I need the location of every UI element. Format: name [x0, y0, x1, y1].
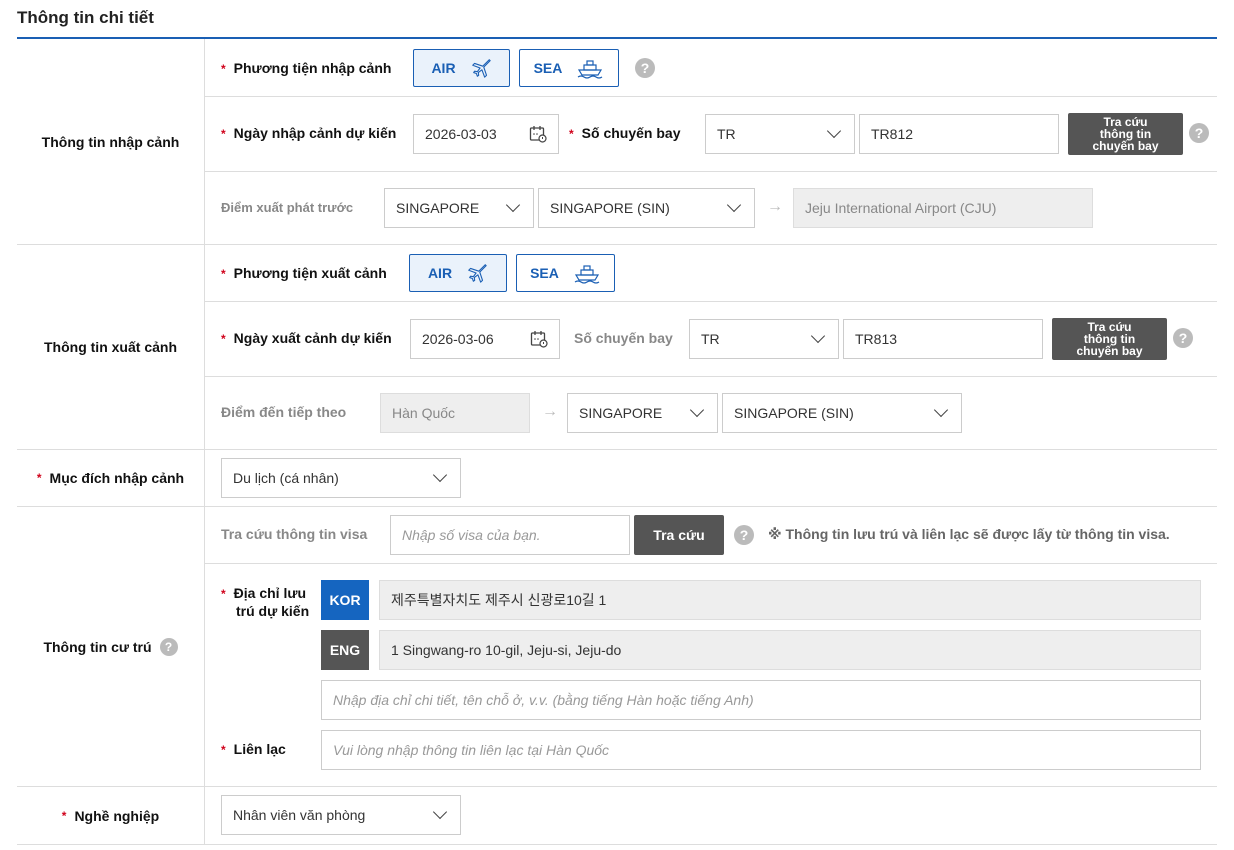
next-country-value: SINGAPORE — [579, 405, 663, 421]
origin-country-value: SINGAPORE — [396, 200, 480, 216]
row-divider — [205, 301, 1217, 302]
section-divider — [17, 844, 1217, 845]
visa-placeholder: Nhập số visa của bạn. — [402, 527, 541, 543]
detail-address-placeholder: Nhập địa chỉ chi tiết, tên chỗ ở, v.v. (… — [333, 692, 754, 708]
exit-section-label: Thông tin xuất cảnh — [44, 339, 177, 355]
exit-flight-input[interactable]: TR813 — [843, 319, 1043, 359]
entry-flight-label: * Số chuyến bay — [569, 125, 681, 141]
chevron-down-icon — [432, 804, 448, 820]
eng-address-value: 1 Singwang-ro 10-gil, Jeju-si, Jeju-do — [391, 642, 622, 658]
entry-air-button[interactable]: AIR — [413, 49, 510, 87]
visa-lookup-label: Tra cứu thông tin visa — [221, 526, 368, 542]
visa-number-input[interactable]: Nhập số visa của bạn. — [390, 515, 630, 555]
help-icon[interactable]: ? — [734, 525, 754, 545]
plane-icon — [471, 59, 491, 78]
exit-flight-label: Số chuyến bay — [574, 330, 673, 346]
exit-date-label: * Ngày xuất cảnh dự kiến — [221, 330, 392, 346]
sea-label: SEA — [533, 60, 563, 76]
calendar-icon[interactable] — [529, 125, 547, 143]
entry-airline-select[interactable]: TR — [705, 114, 855, 154]
occupation-label: * Nghề nghiệp — [61, 807, 160, 824]
kor-tag: KOR — [321, 580, 369, 620]
eng-tag: ENG — [321, 630, 369, 670]
contact-placeholder: Vui lòng nhập thông tin liên lạc tại Hàn… — [333, 742, 610, 758]
airline-value: TR — [701, 331, 720, 347]
exit-next-airport-select[interactable]: SINGAPORE (SIN) — [722, 393, 962, 433]
purpose-select[interactable]: Du lịch (cá nhân) — [221, 458, 461, 498]
date-value: 2026-03-03 — [425, 126, 497, 142]
plane-icon — [468, 264, 487, 283]
row-divider — [205, 171, 1217, 172]
exit-from-country: Hàn Quốc — [380, 393, 530, 433]
help-icon[interactable]: ? — [1173, 328, 1193, 348]
entry-date-label: * Ngày nhập cảnh dự kiến — [221, 125, 397, 141]
origin-airport-value: SINGAPORE (SIN) — [550, 200, 670, 216]
exit-date-input[interactable]: 2026-03-06 — [410, 319, 560, 359]
exit-transport-label: * Phương tiện xuất cảnh — [221, 265, 387, 281]
entry-origin-country-select[interactable]: SINGAPORE — [384, 188, 534, 228]
entry-origin-airport-select[interactable]: SINGAPORE (SIN) — [538, 188, 755, 228]
date-value: 2026-03-06 — [422, 331, 494, 347]
chevron-down-icon — [689, 402, 705, 418]
kor-address-field: 제주특별자치도 제주시 신광로10길 1 — [379, 580, 1201, 620]
from-country-value: Hàn Quốc — [392, 405, 456, 421]
exit-air-button[interactable]: AIR — [409, 254, 507, 292]
visa-lookup-button[interactable]: Tra cứu — [634, 515, 724, 555]
next-airport-value: SINGAPORE (SIN) — [734, 405, 854, 421]
contact-input[interactable]: Vui lòng nhập thông tin liên lạc tại Hàn… — [321, 730, 1201, 770]
entry-destination-airport: Jeju International Airport (CJU) — [793, 188, 1093, 228]
purpose-value: Du lịch (cá nhân) — [233, 470, 339, 486]
visa-note: ※ Thông tin lưu trú và liên lạc sẽ được … — [768, 526, 1170, 542]
ship-icon — [578, 60, 603, 79]
row-divider — [205, 563, 1217, 564]
entry-flight-lookup-button[interactable]: Tra cứu thông tin chuyến bay — [1068, 113, 1183, 155]
entry-section-label: Thông tin nhập cảnh — [41, 133, 180, 150]
entry-sea-button[interactable]: SEA — [519, 49, 619, 87]
entry-transport-label: * Phương tiện nhập cảnh — [221, 60, 392, 76]
chevron-down-icon — [933, 402, 949, 418]
arrow-right-icon: → — [542, 403, 558, 420]
residence-section-label: Thông tin cư trú ? — [17, 507, 204, 786]
calendar-icon[interactable] — [530, 330, 548, 348]
help-icon[interactable]: ? — [1189, 123, 1209, 143]
address-label: * Địa chỉ lưu trú dự kiến — [221, 585, 310, 619]
contact-label: * Liên lạc — [221, 741, 286, 757]
chevron-down-icon — [505, 197, 521, 213]
purpose-label: * Mục đích nhập cảnh — [36, 470, 185, 486]
exit-flight-lookup-button[interactable]: Tra cứu thông tin chuyến bay — [1052, 318, 1167, 360]
ship-icon — [574, 265, 600, 284]
occupation-value: Nhân viên văn phòng — [233, 807, 366, 823]
eng-address-field: 1 Singwang-ro 10-gil, Jeju-si, Jeju-do — [379, 630, 1201, 670]
arrow-right-icon: → — [767, 198, 783, 215]
sea-label: SEA — [530, 265, 559, 281]
destination-airport-value: Jeju International Airport (CJU) — [805, 200, 997, 216]
column-divider — [204, 39, 205, 845]
detail-address-input[interactable]: Nhập địa chỉ chi tiết, tên chỗ ở, v.v. (… — [321, 680, 1201, 720]
page-title: Thông tin chi tiết — [17, 8, 154, 27]
help-icon[interactable]: ? — [635, 58, 655, 78]
chevron-down-icon — [826, 123, 842, 139]
entry-flight-input[interactable]: TR812 — [859, 114, 1059, 154]
chevron-down-icon — [726, 197, 742, 213]
help-icon[interactable]: ? — [159, 637, 178, 656]
air-label: AIR — [431, 60, 456, 76]
chevron-down-icon — [810, 328, 826, 344]
occupation-select[interactable]: Nhân viên văn phòng — [221, 795, 461, 835]
airline-value: TR — [717, 126, 736, 142]
flight-value: TR812 — [871, 126, 914, 142]
chevron-down-icon — [432, 467, 448, 483]
entry-origin-label: Điểm xuất phát trước — [221, 200, 354, 215]
flight-value: TR813 — [855, 331, 898, 347]
row-divider — [205, 96, 1217, 97]
exit-next-label: Điểm đến tiếp theo — [221, 404, 347, 420]
row-divider — [205, 376, 1217, 377]
exit-sea-button[interactable]: SEA — [516, 254, 615, 292]
kor-address-value: 제주특별자치도 제주시 신광로10길 1 — [391, 592, 607, 608]
exit-airline-select[interactable]: TR — [689, 319, 839, 359]
entry-date-input[interactable]: 2026-03-03 — [413, 114, 559, 154]
air-label: AIR — [427, 265, 453, 281]
exit-next-country-select[interactable]: SINGAPORE — [567, 393, 718, 433]
